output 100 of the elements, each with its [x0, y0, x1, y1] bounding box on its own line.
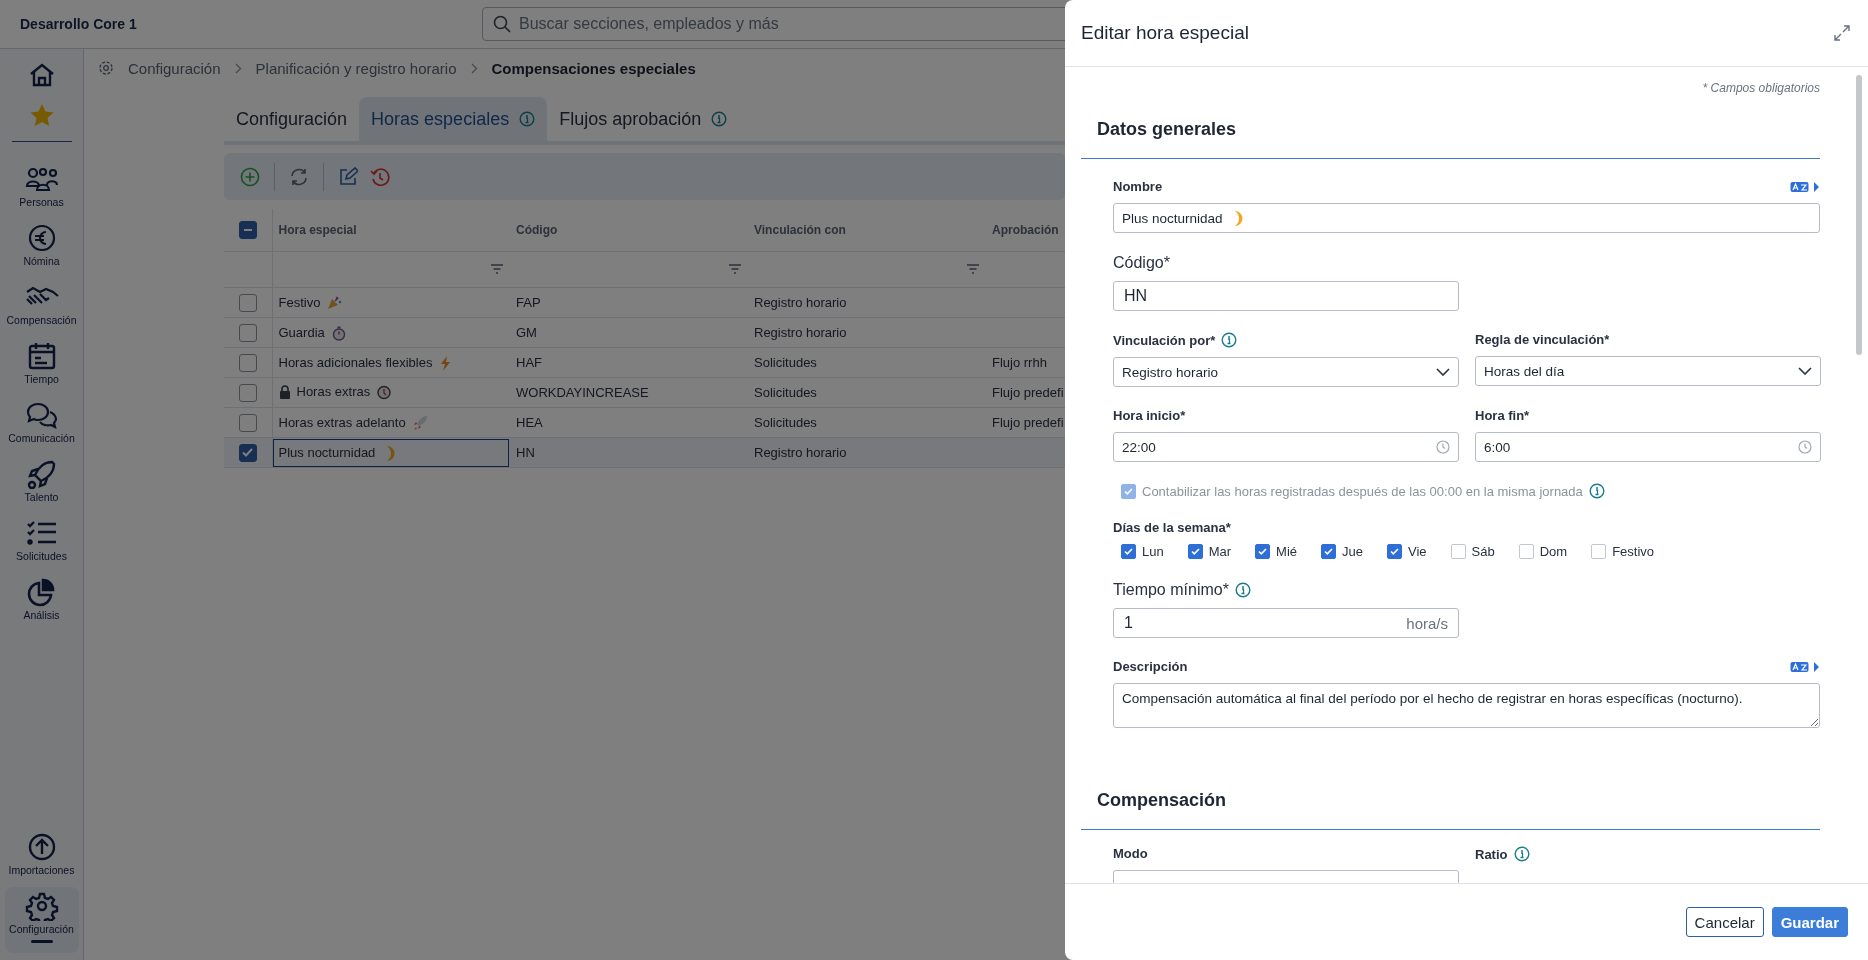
chevron-down-icon [1436, 368, 1450, 376]
description-field[interactable]: Compensación automática al final del período por el hecho de registrar en horas específicas (nocturno). [1113, 683, 1820, 728]
tab[interactable]: Horas especiales [359, 97, 548, 141]
field-label: Ratio [1475, 846, 1508, 862]
rocket-icon [413, 415, 427, 430]
row-checkbox[interactable] [238, 353, 257, 372]
table-cell: Solicitudes [754, 385, 817, 400]
time-field[interactable]: 6:00 [1475, 432, 1821, 462]
column-header[interactable]: Aprobación [992, 223, 1059, 237]
history-icon [370, 166, 390, 187]
sidebar-item[interactable]: Talento [4, 455, 79, 507]
info-icon[interactable] [519, 111, 536, 127]
checkbox-label: Mié [1276, 544, 1298, 559]
section-heading: Datos generales [1097, 119, 1237, 139]
clock-face-icon [377, 385, 391, 399]
column-header[interactable]: Hora especial [278, 223, 357, 237]
checkbox-label: Jue [1342, 544, 1363, 559]
translate-icon[interactable] [1790, 180, 1820, 193]
check-icon [1190, 547, 1200, 556]
star-icon[interactable] [28, 103, 55, 127]
info-icon[interactable] [711, 111, 728, 127]
expand-icon[interactable] [1834, 25, 1850, 41]
check-icon [242, 447, 254, 458]
chevron-right-icon [234, 62, 242, 74]
gear-icon [23, 891, 60, 921]
info-icon[interactable] [1513, 846, 1530, 862]
row-checkbox[interactable] [238, 383, 257, 402]
checkbox[interactable] [1518, 544, 1534, 559]
save-button[interactable]: Guardar [1771, 907, 1848, 937]
field-label: Tiempo mínimo* [1113, 581, 1229, 599]
row-checkbox[interactable] [238, 443, 257, 462]
table-cell: Festivo [278, 295, 321, 310]
plus-circle-icon [240, 166, 260, 187]
row-checkbox[interactable] [238, 293, 257, 312]
clock-icon [1436, 440, 1450, 454]
table-cell: GM [516, 325, 537, 340]
table-cell: FAP [516, 295, 541, 310]
moon-icon [1234, 211, 1243, 226]
code-field[interactable]: HN [1113, 281, 1459, 311]
sidebar-item[interactable]: Importaciones [4, 828, 79, 880]
sidebar-item[interactable]: Configuración [4, 887, 79, 953]
app-title: Desarrollo Core 1 [19, 16, 138, 32]
sidebar-item[interactable]: Personas [4, 160, 79, 212]
translate-icon[interactable] [1790, 660, 1820, 673]
check-icon [1258, 547, 1268, 556]
tab[interactable]: Flujos aprobación [547, 97, 740, 141]
filter-icon[interactable] [728, 264, 742, 274]
sidebar-item[interactable]: Análisis [4, 573, 79, 625]
refresh-icon [289, 166, 309, 187]
checkbox[interactable] [1121, 544, 1136, 559]
link-by-select[interactable]: Registro horario [1113, 357, 1459, 387]
table-cell: Registro horario [754, 445, 847, 460]
checkbox-label: Sáb [1471, 544, 1495, 559]
breadcrumb-item[interactable]: Configuración [128, 59, 221, 77]
link-rule-select[interactable]: Horas del día [1475, 356, 1821, 386]
checkbox-label: Festivo [1612, 544, 1655, 559]
info-icon[interactable] [1588, 483, 1605, 499]
home-icon[interactable] [28, 63, 55, 87]
filter-icon[interactable] [966, 264, 980, 274]
sidebar-item[interactable]: Compensación [4, 278, 79, 330]
filter-icon[interactable] [490, 264, 504, 274]
tab[interactable]: Configuración [224, 97, 360, 141]
table-cell: Horas extras [296, 384, 371, 399]
checkbox[interactable] [1591, 544, 1607, 559]
table-cell: HEA [516, 415, 543, 430]
scrollbar[interactable] [1856, 75, 1862, 355]
select-all-checkbox[interactable] [238, 221, 257, 239]
min-time-field[interactable]: 1 hora/s [1113, 608, 1459, 638]
checkbox[interactable] [1321, 544, 1337, 559]
sidebar-item[interactable]: Tiempo [4, 337, 79, 389]
checkbox[interactable] [1187, 544, 1203, 559]
checkbox[interactable] [1255, 544, 1271, 559]
info-icon[interactable] [1234, 582, 1251, 598]
sidebar-item[interactable]: Nómina [4, 219, 79, 271]
field-label: Descripción [1113, 659, 1188, 674]
row-checkbox[interactable] [238, 413, 257, 432]
sidebar-item[interactable]: Solicitudes [4, 514, 79, 566]
sidebar-item[interactable]: Comunicación [4, 396, 79, 448]
field-label: Vinculación por* [1113, 332, 1216, 348]
info-icon[interactable] [1221, 332, 1238, 348]
cancel-button[interactable]: Cancelar [1685, 907, 1764, 937]
checkbox[interactable] [1387, 544, 1402, 559]
row-checkbox[interactable] [238, 323, 257, 342]
check-icon [1124, 486, 1133, 496]
checkbox[interactable] [1450, 544, 1466, 559]
lightning-icon [441, 355, 451, 371]
table-cell: WORKDAYINCREASE [516, 385, 649, 400]
breadcrumb-item[interactable]: Planificación y registro horario [255, 59, 457, 77]
check-icon [1390, 547, 1399, 556]
table-cell: Registro horario [754, 325, 847, 340]
time-field[interactable]: 22:00 [1113, 432, 1459, 462]
name-field[interactable]: Plus nocturnidad [1113, 203, 1820, 233]
field-label: Regla de vinculación* [1475, 332, 1610, 347]
table-cell: Registro horario [754, 295, 847, 310]
table-cell: Flujo predefi [992, 415, 1064, 430]
table-cell: Horas extras adelanto [278, 415, 406, 430]
column-header[interactable]: Vinculación con [754, 223, 846, 237]
section-heading: Compensación [1097, 790, 1227, 810]
column-header[interactable]: Código [516, 223, 558, 237]
gear-icon [98, 60, 114, 76]
